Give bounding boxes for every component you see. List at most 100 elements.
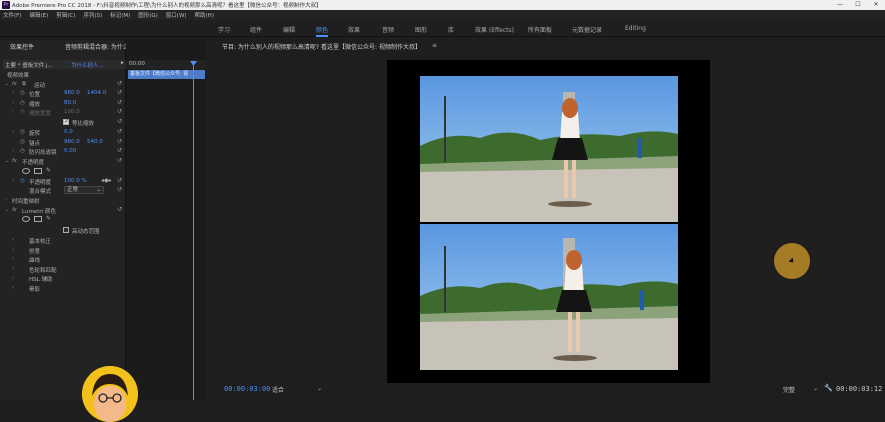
param-value-1[interactable]: 0.0: [64, 129, 73, 135]
chevron-right-icon[interactable]: ›: [12, 275, 14, 281]
reset-icon[interactable]: ↺: [117, 128, 122, 135]
reset-icon[interactable]: ↺: [117, 186, 122, 193]
param-value-1[interactable]: 0.00: [64, 148, 76, 154]
workspace-assembly[interactable]: 组件: [250, 25, 262, 34]
chevron-down-icon[interactable]: ⌄: [5, 158, 9, 164]
param-value-1[interactable]: 960.0: [64, 139, 80, 145]
reset-icon[interactable]: ↺: [117, 157, 122, 164]
chevron-down-icon[interactable]: ⌄: [317, 385, 322, 392]
menu-help[interactable]: 帮助(H): [195, 11, 214, 19]
workspace-libraries[interactable]: 库: [448, 25, 454, 34]
fx-row-anchor[interactable]: ◷ 锚点 960.0 540.0 ↺: [0, 138, 126, 147]
workspace-learn[interactable]: 学习: [218, 25, 230, 34]
stopwatch-icon[interactable]: ◷: [20, 178, 25, 184]
pen-icon[interactable]: ✎: [46, 167, 51, 174]
param-value-2[interactable]: 1404.0: [87, 90, 106, 96]
reset-icon[interactable]: ↺: [117, 89, 122, 96]
playhead-line[interactable]: [193, 62, 194, 400]
fx-row-vignette[interactable]: › 晕影: [0, 284, 126, 293]
tab-program[interactable]: 节目: 为什么别人的视频那么高清呢? 看这里【微信公众号: 视频制作大叔】: [222, 42, 421, 51]
ellipse-mask-icon[interactable]: [22, 216, 30, 222]
fx-row-antiflicker[interactable]: › ◷ 防闪烁滤镜 0.00 ↺: [0, 147, 126, 156]
workspace-metadata[interactable]: 元数据记录: [572, 25, 602, 34]
chevron-right-icon[interactable]: ›: [12, 237, 14, 243]
chevron-right-icon[interactable]: ›: [5, 197, 7, 203]
workspace-editing[interactable]: 编辑: [283, 25, 295, 34]
fx-row-time-remap[interactable]: › 时间重映射: [0, 196, 126, 205]
tab-effect-controls[interactable]: 效果控件: [10, 42, 34, 51]
workspace-effects-en[interactable]: 效果 (Effects): [475, 25, 514, 34]
fx-row-position[interactable]: › ◷ 位置 960.0 1404.0 ↺: [0, 89, 126, 98]
chevron-down-icon[interactable]: ⌄: [5, 81, 9, 87]
chevron-right-icon[interactable]: ›: [12, 256, 14, 262]
fx-row-scale[interactable]: › ◷ 缩放 80.0 ↺: [0, 99, 126, 108]
stopwatch-icon[interactable]: ◷: [20, 139, 25, 145]
chevron-right-icon[interactable]: ›: [12, 90, 14, 96]
menu-window[interactable]: 窗口(W): [166, 11, 187, 19]
panel-menu-icon[interactable]: ≡: [432, 42, 437, 49]
fx-row-opacity[interactable]: › ◷ 不透明度 100.0 % ◂◆▸ ↺: [0, 177, 126, 186]
wrench-icon[interactable]: 🔧: [824, 384, 833, 392]
fx-row-basic-correction[interactable]: › 基本校正: [0, 236, 126, 245]
fx-row-opacity-section[interactable]: ⌄ fx 不透明度 ↺: [0, 157, 126, 166]
keyframe-nav-icon[interactable]: ◂◆▸: [101, 177, 112, 184]
fx-row-creative[interactable]: › 创意: [0, 246, 126, 255]
minimize-button[interactable]: —: [831, 0, 849, 10]
resolution-select[interactable]: 完整: [783, 385, 795, 394]
menu-edit[interactable]: 编辑(E): [29, 11, 48, 19]
workspace-all-panels[interactable]: 所有面板: [528, 25, 552, 34]
close-button[interactable]: ✕: [867, 0, 885, 10]
menu-graphics[interactable]: 图形(G): [138, 11, 158, 19]
play-icon[interactable]: ▸: [121, 60, 124, 66]
fx-row-color-wheels[interactable]: › 色轮和匹配: [0, 265, 126, 274]
workspace-audio[interactable]: 音频: [382, 25, 394, 34]
fx-row-lumetri[interactable]: ⌄ fx Lumetri 颜色 ↺: [0, 206, 126, 215]
stopwatch-icon[interactable]: ◷: [20, 129, 25, 135]
workspace-effects[interactable]: 效果: [348, 25, 360, 34]
reset-icon[interactable]: ↺: [117, 138, 122, 145]
workspace-graphics[interactable]: 图形: [415, 25, 427, 34]
param-value-1[interactable]: 960.0: [64, 90, 80, 96]
reset-icon[interactable]: ↺: [117, 118, 122, 125]
workspace-editing-en[interactable]: Editing: [625, 25, 646, 32]
fx-row-motion[interactable]: ⌄ fx ⧉ 运动 ↺: [0, 80, 126, 89]
param-value-1[interactable]: 100.0 %: [64, 178, 87, 184]
source-label[interactable]: 主要 * 垂板文件.j...: [5, 61, 53, 69]
blend-mode-select[interactable]: 正常 ⌄: [64, 186, 104, 194]
chevron-right-icon[interactable]: ›: [12, 100, 14, 106]
chevron-down-icon[interactable]: ⌄: [5, 207, 9, 213]
stopwatch-icon[interactable]: ◷: [20, 148, 25, 154]
playhead-timecode[interactable]: 00:00:03:00: [224, 385, 270, 393]
param-value-1[interactable]: 80.0: [64, 100, 76, 106]
pen-icon[interactable]: ✎: [46, 215, 51, 222]
chevron-right-icon[interactable]: ›: [12, 129, 14, 135]
chevron-down-icon[interactable]: ⌄: [813, 385, 818, 392]
chevron-right-icon[interactable]: ›: [12, 266, 14, 272]
source-clip-link[interactable]: 为什么别人...: [71, 61, 104, 69]
reset-icon[interactable]: ↺: [117, 206, 122, 213]
fx-row-blend-mode[interactable]: 混合模式 正常 ⌄ ↺: [0, 186, 126, 195]
fx-row-hsl[interactable]: › HSL 辅助: [0, 274, 126, 283]
ellipse-mask-icon[interactable]: [22, 168, 30, 174]
rectangle-mask-icon[interactable]: [34, 216, 42, 222]
reset-icon[interactable]: ↺: [117, 108, 122, 115]
chevron-right-icon[interactable]: ›: [12, 178, 14, 184]
hdr-checkbox[interactable]: [63, 227, 69, 233]
fx-row-hdr[interactable]: 高动态范围: [0, 226, 126, 235]
param-value-2[interactable]: 540.0: [87, 139, 103, 145]
stopwatch-icon[interactable]: ◷: [20, 100, 25, 106]
reset-icon[interactable]: ↺: [117, 147, 122, 154]
zoom-select[interactable]: 适合: [272, 385, 284, 394]
menu-file[interactable]: 文件(F): [3, 11, 21, 19]
reset-icon[interactable]: ↺: [117, 80, 122, 87]
fx-row-curves[interactable]: › 曲线: [0, 255, 126, 264]
rectangle-mask-icon[interactable]: [34, 168, 42, 174]
stopwatch-icon[interactable]: ◷: [20, 90, 25, 96]
fx-row-rotation[interactable]: › ◷ 旋转 0.0 ↺: [0, 128, 126, 137]
menu-markers[interactable]: 标记(M): [110, 11, 130, 19]
chevron-right-icon[interactable]: ›: [12, 247, 14, 253]
menu-clip[interactable]: 剪辑(C): [56, 11, 75, 19]
menu-sequence[interactable]: 序列(S): [83, 11, 102, 19]
reset-icon[interactable]: ↺: [117, 99, 122, 106]
fx-row-uniform-scale[interactable]: ✓ 等比缩放 ↺: [0, 118, 126, 127]
